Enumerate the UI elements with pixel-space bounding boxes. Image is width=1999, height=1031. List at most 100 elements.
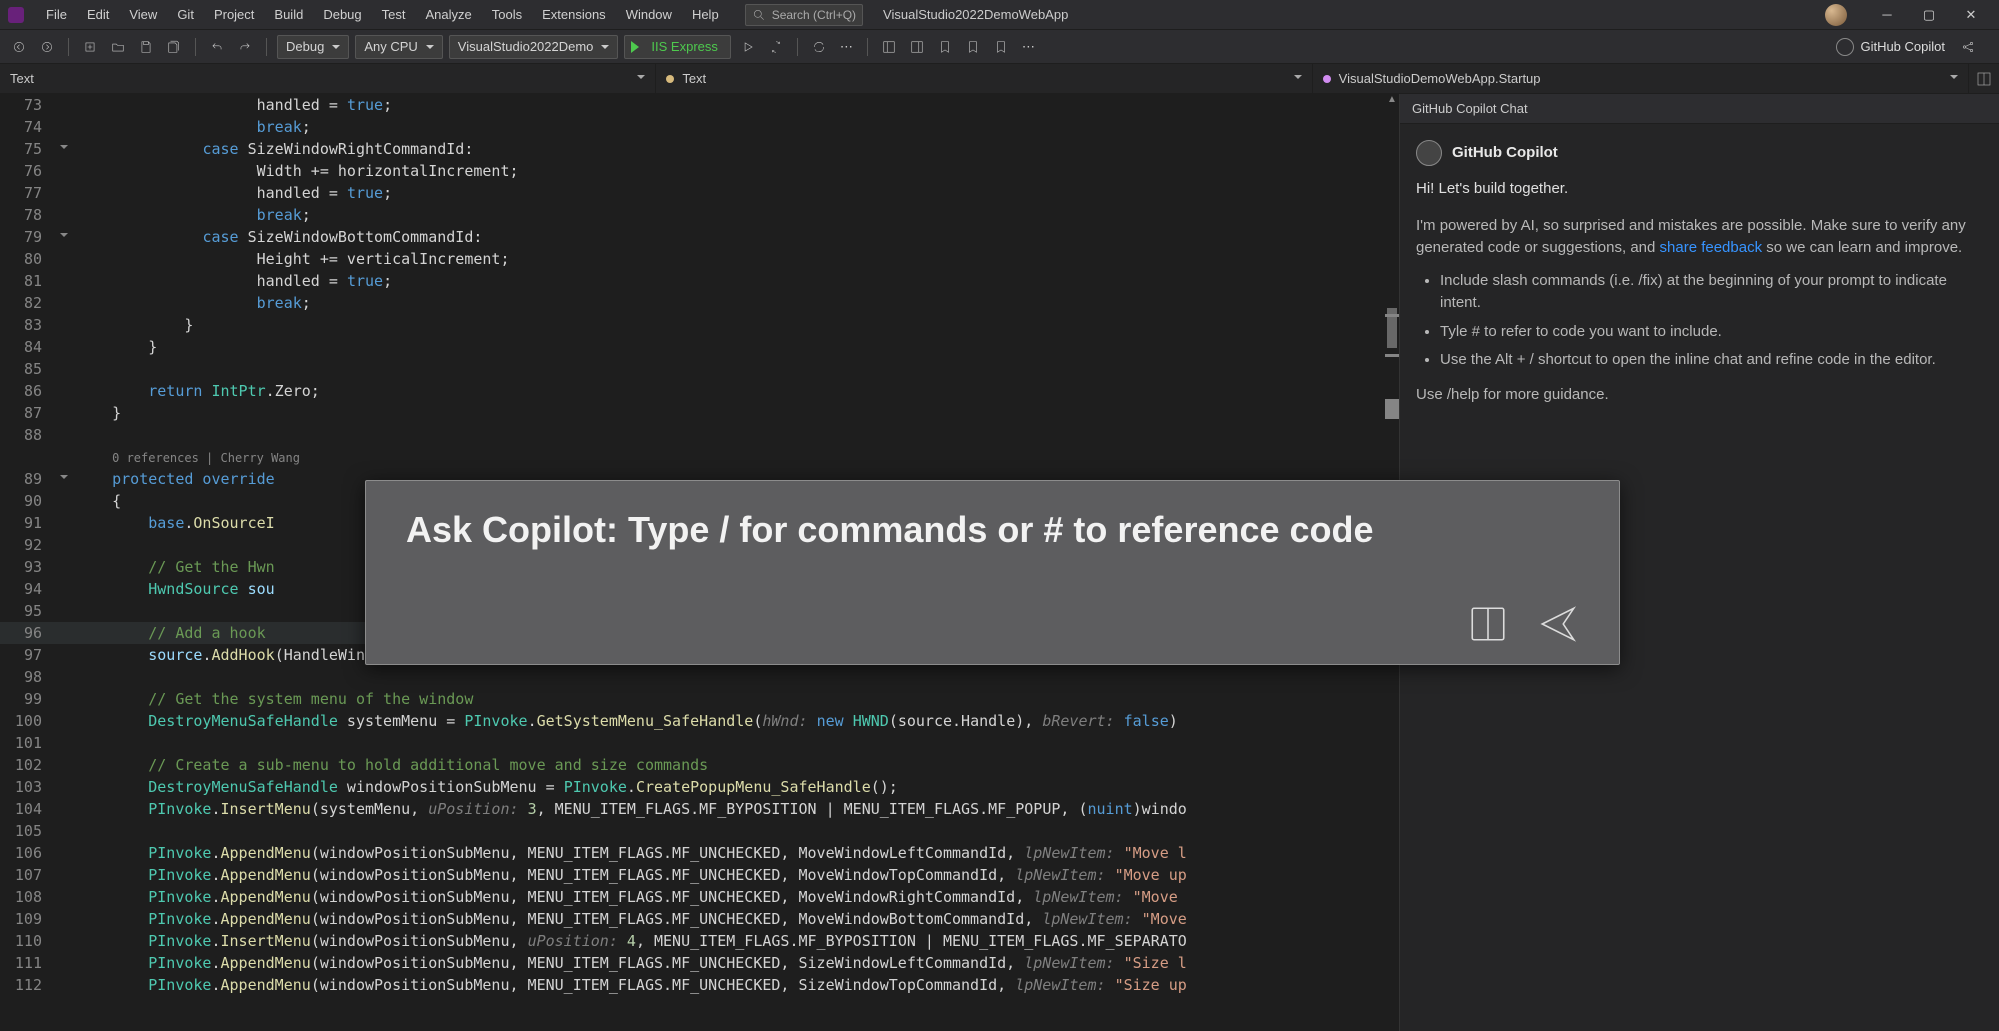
code-line[interactable]: 108 PInvoke.AppendMenu(windowPositionSub… xyxy=(0,886,1399,908)
run-button[interactable]: IIS Express xyxy=(624,35,730,59)
code-line[interactable]: 105 xyxy=(0,820,1399,842)
maximize-button[interactable]: ▢ xyxy=(1909,5,1949,25)
menu-help[interactable]: Help xyxy=(682,0,729,30)
nav-member-label: VisualStudioDemoWebApp.Startup xyxy=(1339,71,1541,86)
hot-reload-icon[interactable] xyxy=(765,40,787,54)
code-line[interactable]: 80 Height += verticalIncrement; xyxy=(0,248,1399,270)
layout-icon[interactable] xyxy=(878,40,900,54)
menu-build[interactable]: Build xyxy=(264,0,313,30)
menu-tools[interactable]: Tools xyxy=(482,0,532,30)
search-box[interactable]: Search (Ctrl+Q) xyxy=(745,4,863,26)
bookmark-next-icon[interactable] xyxy=(990,40,1012,54)
nav-member-combo[interactable]: VisualStudioDemoWebApp.Startup xyxy=(1313,64,1969,93)
code-line[interactable]: 87 } xyxy=(0,402,1399,424)
code-line[interactable]: 110 PInvoke.InsertMenu(windowPositionSub… xyxy=(0,930,1399,952)
overflow-icon[interactable]: ⋯ xyxy=(836,30,857,64)
refresh-icon[interactable] xyxy=(808,40,830,54)
code-line[interactable]: 98 xyxy=(0,666,1399,688)
code-line[interactable]: 83 } xyxy=(0,314,1399,336)
line-number: 88 xyxy=(0,424,56,446)
line-number: 105 xyxy=(0,820,56,842)
save-icon[interactable] xyxy=(135,40,157,54)
overflow-2-icon[interactable]: ⋯ xyxy=(1018,30,1039,64)
nav-back-icon[interactable] xyxy=(8,40,30,54)
line-number: 89 xyxy=(0,468,56,490)
menu-test[interactable]: Test xyxy=(372,0,416,30)
platform-combo[interactable]: Any CPU xyxy=(355,35,442,59)
copilot-intro: I'm powered by AI, so surprised and mist… xyxy=(1416,215,1983,260)
code-line[interactable]: 81 handled = true; xyxy=(0,270,1399,292)
code-line[interactable]: 99 // Get the system menu of the window xyxy=(0,688,1399,710)
save-all-icon[interactable] xyxy=(163,40,185,54)
code-line[interactable]: 82 break; xyxy=(0,292,1399,314)
copilot-avatar-icon xyxy=(1416,140,1442,166)
bookmark-prev-icon[interactable] xyxy=(962,40,984,54)
inline-chat-input[interactable]: Ask Copilot: Type / for commands or # to… xyxy=(406,509,1579,603)
toolbar: Debug Any CPU VisualStudio2022Demo IIS E… xyxy=(0,30,1999,64)
feedback-link[interactable]: share feedback xyxy=(1660,239,1763,256)
nav-forward-icon[interactable] xyxy=(36,40,58,54)
user-avatar[interactable] xyxy=(1825,4,1847,26)
config-combo[interactable]: Debug xyxy=(277,35,349,59)
code-line[interactable]: 78 break; xyxy=(0,204,1399,226)
send-button[interactable] xyxy=(1537,603,1579,648)
undo-icon[interactable] xyxy=(206,40,228,54)
menu-analyze[interactable]: Analyze xyxy=(415,0,481,30)
code-line[interactable]: 100 DestroyMenuSafeHandle systemMenu = P… xyxy=(0,710,1399,732)
code-line[interactable]: 85 xyxy=(0,358,1399,380)
menu-edit[interactable]: Edit xyxy=(77,0,119,30)
line-number: 77 xyxy=(0,182,56,204)
code-line[interactable]: 112 PInvoke.AppendMenu(windowPositionSub… xyxy=(0,974,1399,996)
type-dot-icon xyxy=(666,75,674,83)
menu-project[interactable]: Project xyxy=(204,0,264,30)
code-line[interactable]: 107 PInvoke.AppendMenu(windowPositionSub… xyxy=(0,864,1399,886)
bookmark-icon[interactable] xyxy=(934,40,956,54)
menu-view[interactable]: View xyxy=(119,0,167,30)
run-noDebug-icon[interactable] xyxy=(737,40,759,54)
menu-file[interactable]: File xyxy=(36,0,77,30)
code-line[interactable]: 79 case SizeWindowBottomCommandId: xyxy=(0,226,1399,248)
line-number: 81 xyxy=(0,270,56,292)
menu-git[interactable]: Git xyxy=(167,0,204,30)
line-number: 91 xyxy=(0,512,56,534)
collapse-icon[interactable] xyxy=(58,472,70,484)
code-line[interactable]: 0 references | Cherry Wang xyxy=(0,446,1399,468)
menu-window[interactable]: Window xyxy=(616,0,682,30)
code-line[interactable]: 104 PInvoke.InsertMenu(systemMenu, uPosi… xyxy=(0,798,1399,820)
code-line[interactable]: 76 Width += horizontalIncrement; xyxy=(0,160,1399,182)
split-editor-button[interactable] xyxy=(1969,71,1999,87)
line-number: 87 xyxy=(0,402,56,424)
menu-extensions[interactable]: Extensions xyxy=(532,0,616,30)
nav-type-combo[interactable]: Text xyxy=(656,64,1312,93)
code-line[interactable]: 109 PInvoke.AppendMenu(windowPositionSub… xyxy=(0,908,1399,930)
code-line[interactable]: 102 // Create a sub-menu to hold additio… xyxy=(0,754,1399,776)
compare-button[interactable] xyxy=(1467,603,1509,648)
code-line[interactable]: 101 xyxy=(0,732,1399,754)
nav-scope-combo[interactable]: Text xyxy=(0,64,656,93)
copilot-panel-title: GitHub Copilot Chat xyxy=(1400,94,1999,124)
open-icon[interactable] xyxy=(107,40,129,54)
redo-icon[interactable] xyxy=(234,40,256,54)
code-line[interactable]: 73 handled = true; xyxy=(0,94,1399,116)
code-line[interactable]: 84 } xyxy=(0,336,1399,358)
collapse-icon[interactable] xyxy=(58,230,70,242)
code-line[interactable]: 111 PInvoke.AppendMenu(windowPositionSub… xyxy=(0,952,1399,974)
minimize-button[interactable]: ─ xyxy=(1867,5,1907,25)
code-line[interactable]: 86 return IntPtr.Zero; xyxy=(0,380,1399,402)
code-line[interactable]: 75 case SizeWindowRightCommandId: xyxy=(0,138,1399,160)
menu-debug[interactable]: Debug xyxy=(313,0,371,30)
share-icon[interactable] xyxy=(1957,40,1979,54)
new-item-icon[interactable] xyxy=(79,40,101,54)
line-number: 76 xyxy=(0,160,56,182)
collapse-icon[interactable] xyxy=(58,142,70,154)
sidebar-icon[interactable] xyxy=(906,40,928,54)
code-line[interactable]: 77 handled = true; xyxy=(0,182,1399,204)
startup-combo[interactable]: VisualStudio2022Demo xyxy=(449,35,619,59)
code-line[interactable]: 74 break; xyxy=(0,116,1399,138)
code-line[interactable]: 106 PInvoke.AppendMenu(windowPositionSub… xyxy=(0,842,1399,864)
line-number: 109 xyxy=(0,908,56,930)
code-line[interactable]: 88 xyxy=(0,424,1399,446)
code-line[interactable]: 103 DestroyMenuSafeHandle windowPosition… xyxy=(0,776,1399,798)
copilot-toolbar[interactable]: GitHub Copilot xyxy=(1836,38,1945,56)
close-button[interactable]: ✕ xyxy=(1951,5,1991,25)
